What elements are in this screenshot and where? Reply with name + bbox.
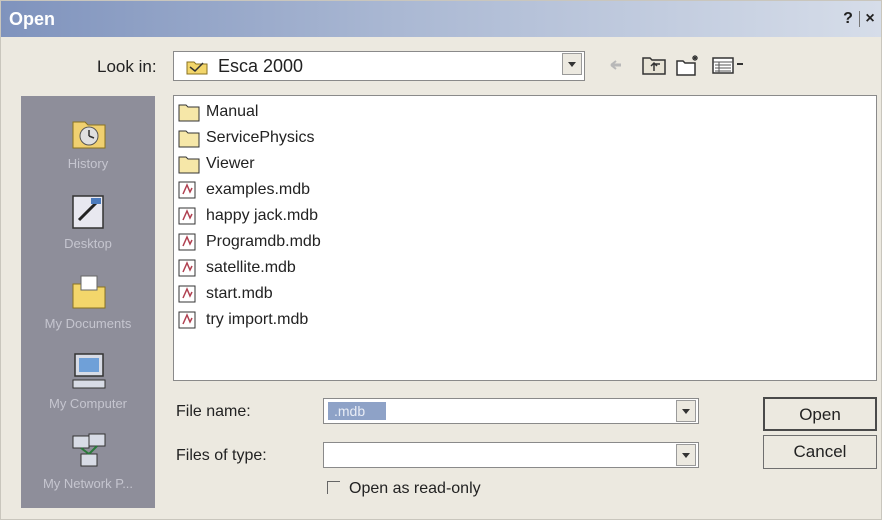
places-bar: History Desktop My Documents My Computer…: [21, 96, 155, 508]
places-item-my-documents[interactable]: My Documents: [21, 264, 155, 344]
look-in-value: Esca 2000: [218, 56, 304, 76]
views-menu-icon[interactable]: [711, 53, 745, 77]
desktop-icon: [72, 195, 104, 229]
places-label: History: [67, 156, 109, 171]
up-one-level-icon[interactable]: [641, 53, 667, 77]
read-only-checkbox[interactable]: [327, 481, 340, 494]
help-button[interactable]: ?: [837, 9, 859, 29]
read-only-label[interactable]: Open as read-only: [349, 480, 481, 498]
files-of-type-label: Files of type:: [176, 447, 267, 464]
mdb-file-icon: [178, 181, 196, 199]
open-button[interactable]: Open: [763, 397, 877, 431]
folder-icon: [178, 130, 200, 148]
places-item-history[interactable]: History: [21, 104, 155, 184]
cancel-button[interactable]: Cancel: [763, 435, 877, 469]
places-item-my-network-places[interactable]: My Network P...: [21, 424, 155, 504]
places-label: Desktop: [64, 236, 112, 251]
close-button[interactable]: ×: [859, 9, 881, 29]
mdb-file-icon: [178, 285, 196, 303]
folder-icon: [178, 156, 200, 174]
back-icon[interactable]: [607, 53, 633, 77]
file-name-field[interactable]: .mdb: [323, 398, 699, 424]
title-bar[interactable]: Open ? ×: [1, 1, 881, 37]
window-title: Open: [9, 9, 56, 29]
mdb-file-icon: [178, 311, 196, 329]
places-item-my-computer[interactable]: My Computer: [21, 344, 155, 424]
files-of-type-dropdown[interactable]: [323, 442, 699, 468]
chevron-down-icon[interactable]: [676, 444, 696, 466]
places-item-desktop[interactable]: Desktop: [21, 184, 155, 264]
mdb-file-icon: [178, 259, 196, 277]
file-name-value: .mdb: [328, 402, 386, 420]
folder-icon: [186, 61, 208, 75]
look-in-dropdown[interactable]: Esca 2000: [173, 51, 585, 81]
mdb-file-icon: [178, 233, 196, 251]
look-in-label: Look in:: [97, 57, 157, 76]
my-computer-icon: [72, 353, 106, 389]
chevron-down-icon[interactable]: [676, 400, 696, 422]
folder-icon: [178, 104, 200, 122]
history-icon: [72, 121, 106, 149]
places-label: My Documents: [44, 316, 132, 331]
file-list[interactable]: Manual ServicePhysics Viewer examples.md…: [173, 95, 877, 381]
chevron-down-icon[interactable]: [562, 53, 582, 75]
places-label: My Network P...: [42, 476, 134, 491]
places-label: My Computer: [48, 396, 128, 411]
open-dialog: Open ? × Look in: Esca 2000 History Desk…: [0, 0, 882, 520]
mdb-file-icon: [178, 207, 196, 225]
file-name-label: File name:: [176, 403, 251, 420]
my-documents-icon: [72, 275, 106, 309]
new-folder-icon[interactable]: [675, 53, 701, 77]
my-network-places-icon: [72, 433, 106, 467]
